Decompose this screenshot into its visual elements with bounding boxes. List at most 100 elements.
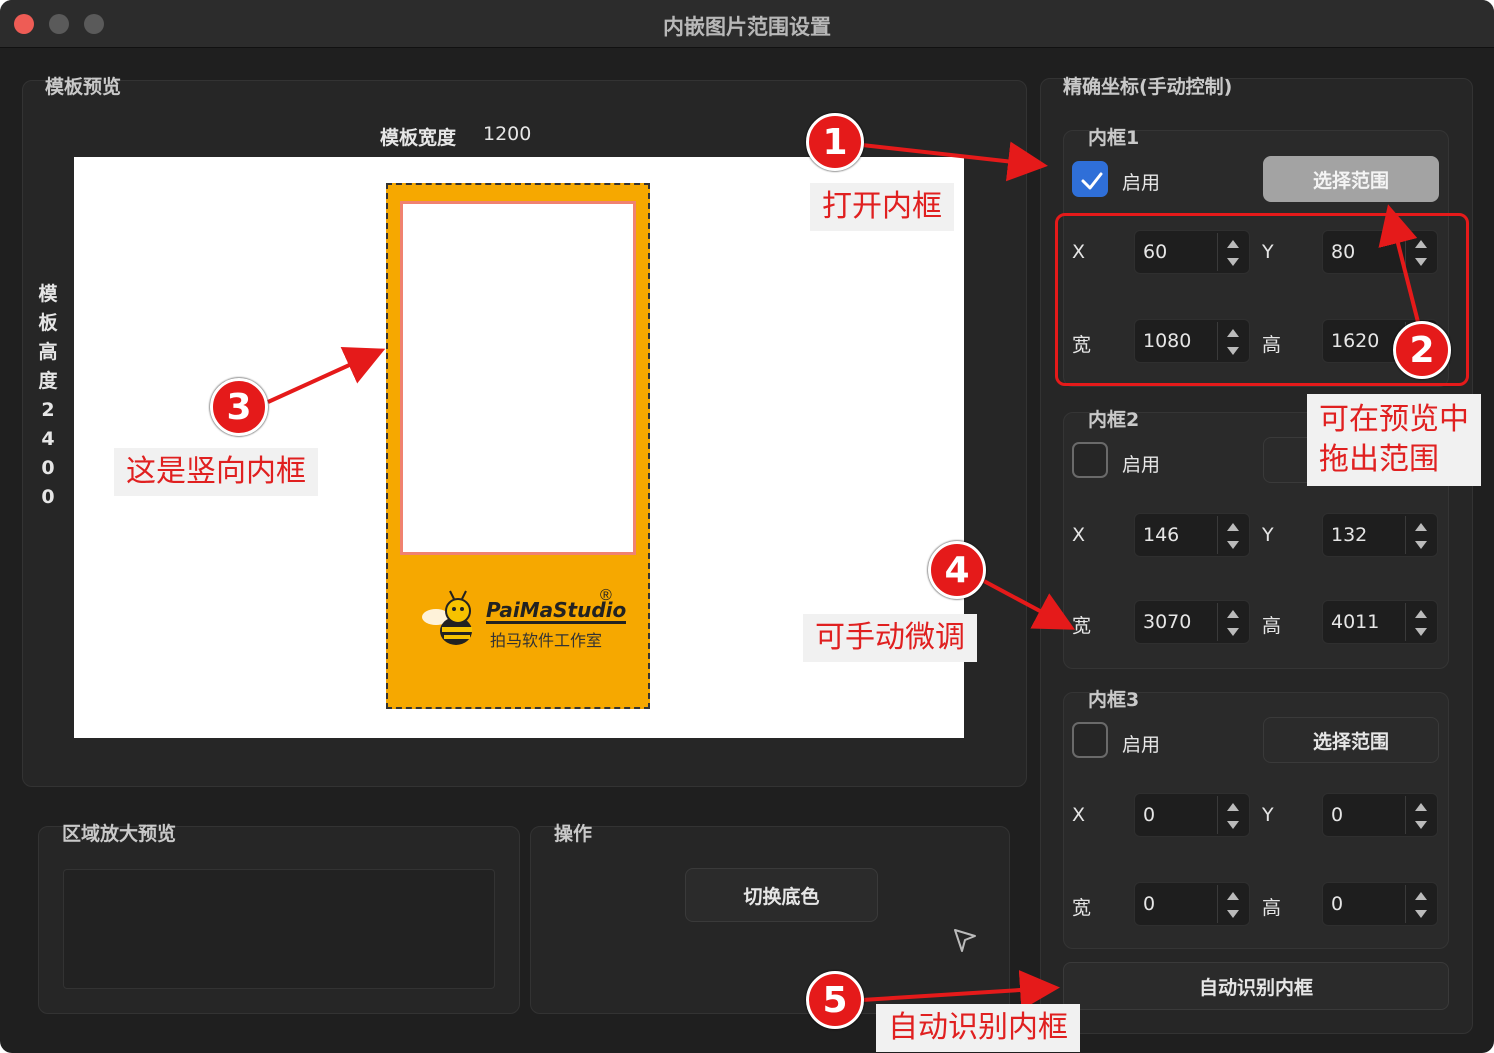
inner-frame-rect[interactable] xyxy=(400,201,636,555)
zoom-preview-title: 区域放大预览 xyxy=(62,823,177,845)
spin-value: 146 xyxy=(1143,524,1180,546)
frame3-x-label: X xyxy=(1072,804,1086,826)
frame2-y-label: Y xyxy=(1262,524,1274,546)
cursor-arrow-icon xyxy=(954,929,976,952)
height-char: 2 xyxy=(41,399,55,421)
precise-coordinates-title: 精确坐标(手动控制) xyxy=(1063,76,1233,98)
chevron-up-icon xyxy=(1415,610,1427,618)
bee-mascot-icon xyxy=(422,590,472,645)
brand-logo: PaiMaStudio ® 拍马软件工作室 xyxy=(418,585,628,655)
brand-subtitle: 拍马软件工作室 xyxy=(490,631,603,650)
annotation-drag-range-line1: 可在预览中 xyxy=(1319,402,1469,437)
frame3-select-range-button[interactable]: 选择范围 xyxy=(1263,717,1439,763)
spin-value: 0 xyxy=(1331,893,1344,915)
height-char: 度 xyxy=(38,370,58,392)
frame1-select-range-button[interactable]: 选择范围 xyxy=(1263,156,1439,202)
stepper-arrows[interactable] xyxy=(1405,603,1435,641)
window-title: 内嵌图片范围设置 xyxy=(663,15,831,39)
switch-background-button[interactable]: 切换底色 xyxy=(685,868,878,922)
frame3-title: 内框3 xyxy=(1088,689,1140,711)
frame3-enable-label: 启用 xyxy=(1122,734,1161,756)
frame3-h-spinbox[interactable]: 0 xyxy=(1322,882,1438,926)
stepper-arrows[interactable] xyxy=(1217,603,1247,641)
frame2-enable-label: 启用 xyxy=(1122,454,1161,476)
stepper-arrows[interactable] xyxy=(1405,796,1435,834)
chevron-down-icon xyxy=(1415,821,1427,829)
operations-title: 操作 xyxy=(554,823,593,845)
chevron-up-icon xyxy=(1415,523,1427,531)
template-width-value: 1200 xyxy=(483,123,532,145)
frame2-x-label: X xyxy=(1072,524,1086,546)
height-char: 板 xyxy=(38,312,58,334)
frame2-w-label: 宽 xyxy=(1072,615,1092,637)
chevron-down-icon xyxy=(1227,628,1239,636)
template-preview-title: 模板预览 xyxy=(45,76,122,98)
frame2-enable-checkbox[interactable] xyxy=(1072,442,1108,478)
stepper-arrows[interactable] xyxy=(1217,796,1247,834)
spin-value: 132 xyxy=(1331,524,1368,546)
frame3-x-spinbox[interactable]: 0 xyxy=(1134,793,1250,837)
frame2-w-spinbox[interactable]: 3070 xyxy=(1134,600,1250,644)
annotation-badge-5: 5 xyxy=(806,971,864,1029)
frame3-enable-checkbox[interactable] xyxy=(1072,722,1108,758)
stepper-arrows[interactable] xyxy=(1217,516,1247,554)
annotation-manual-adjust: 可手动微调 xyxy=(803,614,977,662)
chevron-down-icon xyxy=(1227,821,1239,829)
template-height-label: 模 板 高 度 2 4 0 0 xyxy=(36,280,60,512)
spin-value: 3070 xyxy=(1143,611,1192,633)
frame2-h-label: 高 xyxy=(1262,615,1282,637)
frame3-w-spinbox[interactable]: 0 xyxy=(1134,882,1250,926)
template-image[interactable]: PaiMaStudio ® 拍马软件工作室 xyxy=(386,183,650,709)
frame3-w-label: 宽 xyxy=(1072,897,1092,919)
template-width-label: 模板宽度 xyxy=(380,127,457,149)
frame1-enable-checkbox[interactable] xyxy=(1072,161,1108,197)
frame1-enable-label: 启用 xyxy=(1122,172,1161,194)
annotation-drag-range-line2: 拖出范围 xyxy=(1319,442,1439,477)
frame2-y-spinbox[interactable]: 132 xyxy=(1322,513,1438,557)
height-char: 高 xyxy=(38,341,58,363)
chevron-down-icon xyxy=(1227,910,1239,918)
zoom-preview-area xyxy=(63,869,495,989)
title-bar: 内嵌图片范围设置 xyxy=(0,0,1494,48)
annotation-drag-range: 可在预览中 拖出范围 xyxy=(1307,394,1481,486)
frame2-title: 内框2 xyxy=(1088,409,1140,431)
frame1-title: 内框1 xyxy=(1088,127,1140,149)
chevron-up-icon xyxy=(1227,523,1239,531)
chevron-down-icon xyxy=(1227,541,1239,549)
spin-value: 0 xyxy=(1143,893,1156,915)
frame2-h-spinbox[interactable]: 4011 xyxy=(1322,600,1438,644)
frame2-x-spinbox[interactable]: 146 xyxy=(1134,513,1250,557)
annotation-badge-2: 2 xyxy=(1393,321,1451,379)
chevron-up-icon xyxy=(1415,803,1427,811)
annotation-open-frame: 打开内框 xyxy=(810,183,954,231)
annotation-auto-detect: 自动识别内框 xyxy=(876,1004,1080,1052)
chevron-up-icon xyxy=(1227,803,1239,811)
chevron-up-icon xyxy=(1227,610,1239,618)
height-char: 0 xyxy=(41,457,55,479)
spin-value: 0 xyxy=(1143,804,1156,826)
chevron-down-icon xyxy=(1415,910,1427,918)
chevron-up-icon xyxy=(1415,892,1427,900)
annotation-badge-1: 1 xyxy=(806,113,864,171)
app-window: 内嵌图片范围设置 模板预览 模板宽度 1200 模 板 高 度 2 4 0 0 xyxy=(0,0,1494,1053)
frame3-h-label: 高 xyxy=(1262,897,1282,919)
frame3-y-label: Y xyxy=(1262,804,1274,826)
spin-value: 0 xyxy=(1331,804,1344,826)
stepper-arrows[interactable] xyxy=(1217,885,1247,923)
chevron-down-icon xyxy=(1415,628,1427,636)
height-char: 4 xyxy=(41,428,55,450)
annotation-vertical-frame: 这是竖向内框 xyxy=(114,448,318,496)
auto-detect-frame-button[interactable]: 自动识别内框 xyxy=(1063,962,1449,1010)
annotation-badge-3: 3 xyxy=(210,378,268,436)
checkmark-icon xyxy=(1081,172,1103,190)
stepper-arrows[interactable] xyxy=(1405,516,1435,554)
chevron-down-icon xyxy=(1415,541,1427,549)
chevron-up-icon xyxy=(1227,892,1239,900)
annotation-badge-4: 4 xyxy=(928,541,986,599)
frame3-y-spinbox[interactable]: 0 xyxy=(1322,793,1438,837)
stepper-arrows[interactable] xyxy=(1405,885,1435,923)
height-char: 0 xyxy=(41,486,55,508)
spin-value: 4011 xyxy=(1331,611,1380,633)
height-char: 模 xyxy=(38,283,58,305)
registered-mark: ® xyxy=(600,587,612,604)
